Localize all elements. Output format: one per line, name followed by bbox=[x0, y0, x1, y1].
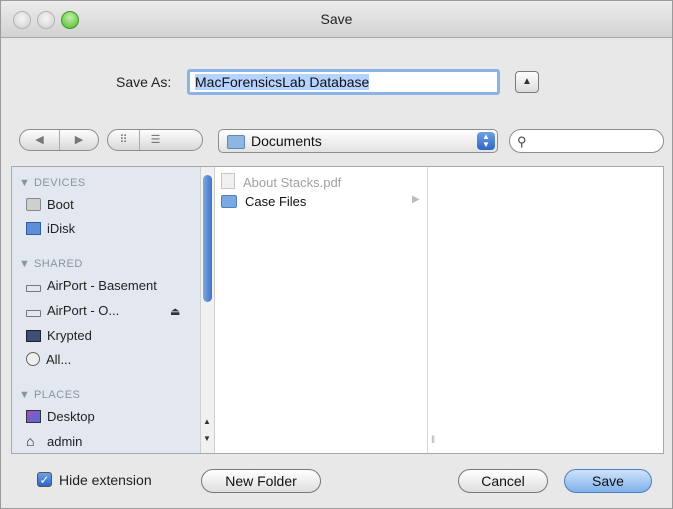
scroll-up-arrow-icon[interactable]: ▲ bbox=[203, 417, 211, 426]
title-bar: Save bbox=[1, 1, 672, 38]
location-label: Documents bbox=[251, 133, 322, 149]
computer-icon bbox=[26, 330, 41, 342]
sidebar-header-shared: ▼ SHARED bbox=[19, 258, 83, 270]
sidebar-scrollbar[interactable]: ▲ ▼ bbox=[200, 167, 215, 453]
hard-disk-icon bbox=[26, 198, 41, 211]
back-forward-control: ◀ ▶ bbox=[19, 129, 99, 151]
sidebar-header-devices: ▼ DEVICES bbox=[19, 177, 86, 189]
save-dialog: Save Save As: MacForensicsLab Database ▲… bbox=[0, 0, 673, 509]
sidebar-item-krypted[interactable]: Krypted bbox=[26, 328, 92, 343]
hide-extension-label: Hide extension bbox=[59, 472, 152, 488]
desktop-icon bbox=[26, 410, 41, 423]
folder-icon bbox=[221, 195, 237, 208]
list-view-icon: ☰ bbox=[150, 134, 161, 146]
scroll-down-arrow-icon[interactable]: ▼ bbox=[203, 434, 211, 443]
new-folder-button[interactable]: New Folder bbox=[201, 469, 321, 493]
back-arrow-icon: ◀ bbox=[35, 134, 44, 146]
cancel-button[interactable]: Cancel bbox=[458, 469, 548, 493]
sidebar-header-places: ▼ PLACES bbox=[19, 389, 81, 401]
idisk-icon bbox=[26, 222, 41, 235]
expand-dialog-button[interactable]: ▲ bbox=[515, 71, 539, 93]
browser-column-1: About Stacks.pdf Case Files ▶ ‖ bbox=[214, 167, 435, 453]
file-browser: ▼ DEVICES Boot iDisk ▼ SHARED AirPort - … bbox=[11, 166, 664, 454]
airport-icon bbox=[26, 310, 41, 317]
airport-icon bbox=[26, 285, 41, 292]
sidebar: ▼ DEVICES Boot iDisk ▼ SHARED AirPort - … bbox=[12, 167, 200, 453]
sidebar-scroll-thumb[interactable] bbox=[203, 175, 212, 302]
sidebar-item-airport-basement[interactable]: AirPort - Basement bbox=[26, 278, 157, 293]
popup-arrows-icon: ▲ ▼ bbox=[477, 132, 495, 150]
network-globe-icon bbox=[26, 352, 40, 366]
search-icon: ⚲ bbox=[517, 134, 527, 149]
sidebar-item-boot[interactable]: Boot bbox=[26, 197, 74, 212]
browser-column-2 bbox=[427, 167, 664, 453]
icon-view-button[interactable]: ⠿ bbox=[108, 130, 139, 150]
window-title: Save bbox=[320, 11, 353, 27]
pdf-document-icon bbox=[221, 173, 235, 189]
view-mode-control: ⠿ ☰ ▥ bbox=[107, 129, 203, 151]
sidebar-item-idisk[interactable]: iDisk bbox=[26, 221, 75, 236]
file-item-case-files[interactable]: Case Files bbox=[221, 194, 306, 209]
chevron-right-icon: ▶ bbox=[412, 194, 420, 205]
save-as-input[interactable]: MacForensicsLab Database bbox=[187, 69, 500, 95]
save-as-value: MacForensicsLab Database bbox=[195, 74, 370, 90]
location-popup[interactable]: Documents ▲ ▼ bbox=[218, 129, 498, 153]
home-icon: ⌂ bbox=[26, 433, 35, 449]
sidebar-item-airport-o[interactable]: AirPort - O... bbox=[26, 303, 119, 318]
back-button[interactable]: ◀ bbox=[20, 130, 59, 150]
sidebar-item-all[interactable]: All... bbox=[26, 352, 71, 367]
eject-icon[interactable]: ⏏ bbox=[170, 305, 180, 318]
search-input[interactable]: ⚲ bbox=[509, 129, 664, 153]
sidebar-item-admin[interactable]: ⌂ admin bbox=[26, 433, 82, 449]
folder-icon bbox=[227, 135, 245, 149]
hide-extension-checkbox[interactable]: ✓ bbox=[37, 472, 52, 487]
file-item-about-stacks[interactable]: About Stacks.pdf bbox=[221, 173, 341, 190]
save-as-label: Save As: bbox=[116, 74, 172, 90]
save-button[interactable]: Save bbox=[564, 469, 652, 493]
column-view-button[interactable]: ▥ bbox=[108, 150, 141, 151]
sidebar-item-desktop[interactable]: Desktop bbox=[26, 409, 95, 424]
list-view-button[interactable]: ☰ bbox=[139, 130, 171, 150]
icon-view-icon: ⠿ bbox=[119, 134, 128, 146]
forward-button[interactable]: ▶ bbox=[59, 130, 98, 150]
forward-arrow-icon: ▶ bbox=[74, 134, 84, 146]
